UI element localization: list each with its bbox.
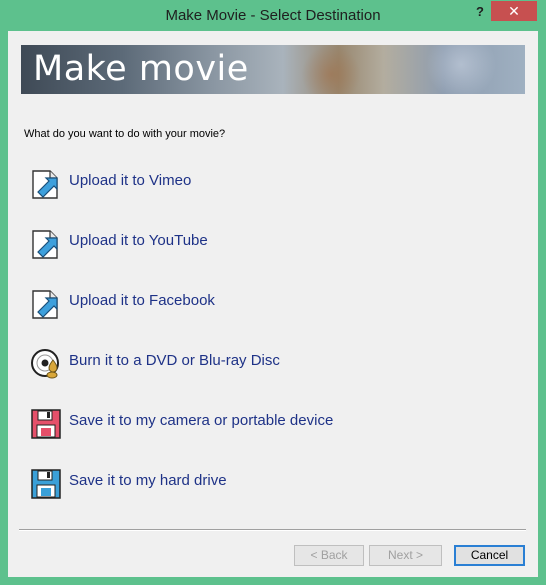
floppy-red-icon (31, 409, 61, 439)
option-label: Upload it to Vimeo (69, 172, 192, 189)
upload-icon (32, 290, 58, 319)
floppy-blue-icon (31, 469, 61, 499)
option-label: Burn it to a DVD or Blu-ray Disc (69, 352, 280, 369)
window-title: Make Movie - Select Destination (165, 7, 381, 24)
option-burn-disc[interactable]: Burn it to a DVD or Blu-ray Disc (30, 346, 430, 382)
question-label: What do you want to do with your movie? (24, 128, 226, 140)
disc-icon (31, 349, 59, 379)
option-upload-youtube[interactable]: Upload it to YouTube (30, 226, 430, 262)
help-button[interactable]: ? (471, 2, 489, 22)
footer-divider (19, 529, 526, 531)
dialog-content: Make movie What do you want to do with y… (8, 31, 538, 577)
upload-icon (32, 230, 58, 259)
option-upload-facebook[interactable]: Upload it to Facebook (30, 286, 430, 322)
banner-title: Make movie (33, 49, 249, 89)
cancel-button[interactable]: Cancel (454, 545, 525, 566)
option-upload-vimeo[interactable]: Upload it to Vimeo (30, 166, 430, 202)
option-label: Upload it to YouTube (69, 232, 208, 249)
option-label: Save it to my hard drive (69, 472, 227, 489)
option-label: Save it to my camera or portable device (69, 412, 334, 429)
upload-icon (32, 170, 58, 199)
header-banner: Make movie (21, 45, 525, 94)
option-save-hard-drive[interactable]: Save it to my hard drive (30, 466, 430, 502)
title-bar[interactable]: Make Movie - Select Destination ? ✕ (0, 0, 546, 31)
option-label: Upload it to Facebook (69, 292, 215, 309)
next-button[interactable]: Next > (369, 545, 442, 566)
back-button[interactable]: < Back (294, 545, 364, 566)
option-save-portable-device[interactable]: Save it to my camera or portable device (30, 406, 430, 442)
close-button[interactable]: ✕ (491, 1, 537, 21)
dialog-window: Make Movie - Select Destination ? ✕ Make… (0, 0, 546, 585)
